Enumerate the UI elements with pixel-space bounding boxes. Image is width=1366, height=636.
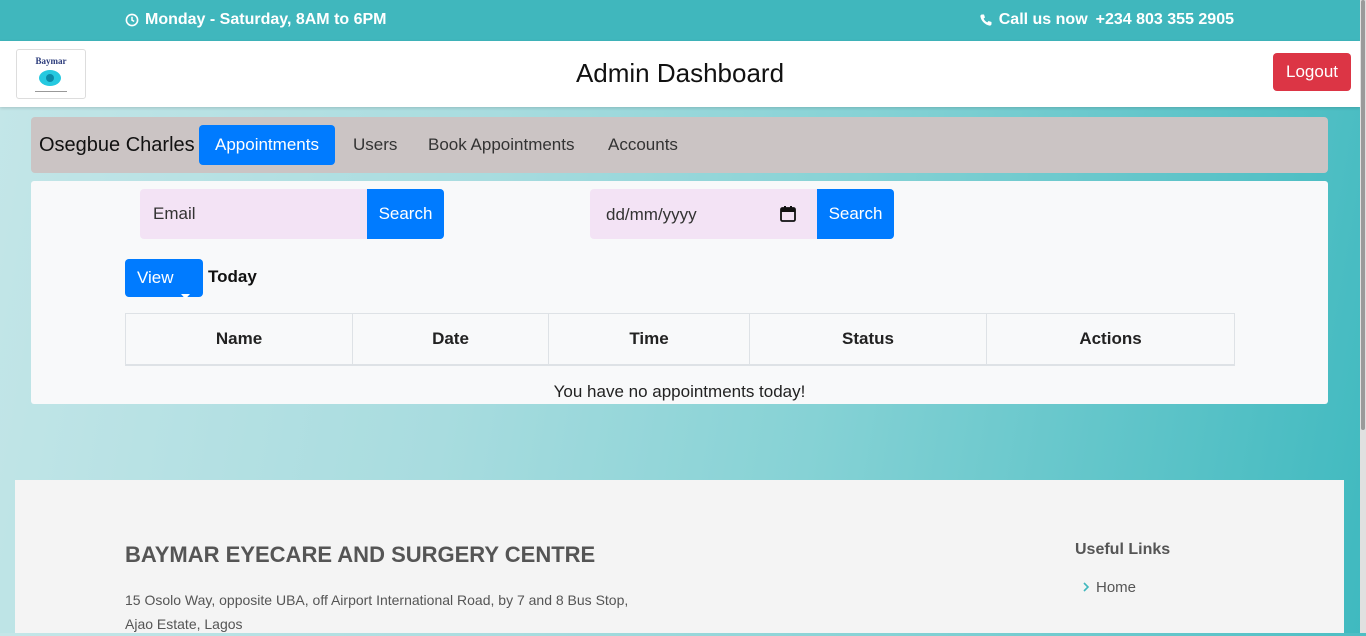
date-search-button[interactable]: Search <box>817 189 894 239</box>
calendar-icon[interactable] <box>779 205 797 228</box>
view-dropdown-button[interactable]: View <box>125 259 203 299</box>
email-search-input[interactable]: Email <box>140 189 367 239</box>
column-header-name: Name <box>125 313 353 366</box>
logout-button[interactable]: Logout <box>1273 53 1351 91</box>
clock-icon <box>125 13 139 27</box>
view-label: View <box>137 268 174 287</box>
footer-org-name: BAYMAR EYECARE AND SURGERY CENTRE <box>125 542 596 567</box>
opening-hours: Monday - Saturday, 8AM to 6PM <box>125 11 387 29</box>
appointments-table: Name Date Time Status Actions <box>125 313 1235 366</box>
tab-book-appointments[interactable]: Book Appointments <box>412 125 590 165</box>
date-placeholder: dd/mm/yyyy <box>606 205 697 224</box>
contact-phone: Call us now +234 803 355 2905 <box>979 11 1234 29</box>
caret-down-icon <box>181 275 190 313</box>
footer-address: 15 Osolo Way, opposite UBA, off Airport … <box>125 592 629 632</box>
tab-users[interactable]: Users <box>337 125 413 165</box>
column-header-actions: Actions <box>986 313 1235 366</box>
useful-links-title: Useful Links <box>1075 541 1171 558</box>
empty-state-message: You have no appointments today! <box>553 382 806 401</box>
call-label: Call us now <box>998 11 1088 28</box>
logo-underline <box>35 91 67 92</box>
site-footer: BAYMAR EYECARE AND SURGERY CENTRE 15 Oso… <box>15 480 1344 633</box>
tab-appointments[interactable]: Appointments <box>199 125 335 165</box>
phone-number[interactable]: +234 803 355 2905 <box>1096 11 1234 29</box>
dashboard-nav: Osegbue Charles Appointments Users Book … <box>31 117 1328 173</box>
phone-icon <box>979 13 993 27</box>
current-view-label: Today <box>208 267 257 286</box>
appointments-panel: Email Search dd/mm/yyyy Search View Toda… <box>31 181 1328 404</box>
footer-link-home[interactable]: Home <box>1083 579 1136 596</box>
page-scrollbar-thumb[interactable] <box>1361 0 1365 430</box>
site-header: Baymar Admin Dashboard Logout <box>0 41 1360 107</box>
page-title: Admin Dashboard <box>575 58 785 88</box>
top-info-bar: Monday - Saturday, 8AM to 6PM Call us no… <box>0 0 1366 41</box>
column-header-date: Date <box>352 313 549 366</box>
table-header-row: Name Date Time Status Actions <box>125 313 1235 366</box>
chevron-right-icon <box>1083 579 1090 596</box>
column-header-time: Time <box>548 313 750 366</box>
tab-accounts[interactable]: Accounts <box>592 125 694 165</box>
email-placeholder: Email <box>153 204 196 223</box>
date-search-input[interactable]: dd/mm/yyyy <box>590 189 817 239</box>
opening-hours-text: Monday - Saturday, 8AM to 6PM <box>145 11 387 28</box>
footer-link-label: Home <box>1096 579 1137 596</box>
user-name: Osegbue Charles <box>39 134 195 156</box>
column-header-status: Status <box>749 313 987 366</box>
email-search-button[interactable]: Search <box>367 189 444 239</box>
